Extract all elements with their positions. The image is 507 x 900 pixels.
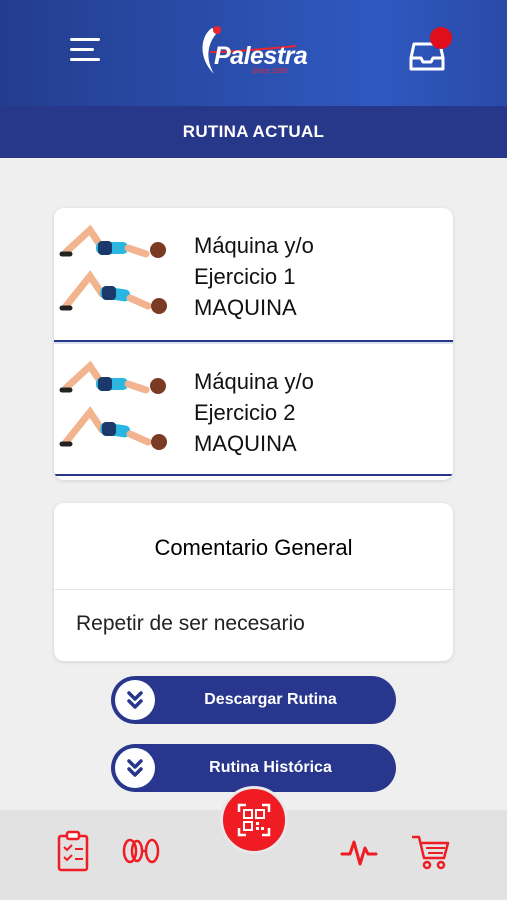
bridge-pose-bottom bbox=[59, 406, 167, 450]
download-routine-button[interactable]: Descargar Rutina bbox=[111, 676, 396, 724]
exercise-description: Máquina y/o Ejercicio 2 MAQUINA bbox=[194, 366, 314, 459]
exercise-description: Máquina y/o Ejercicio 1 MAQUINA bbox=[194, 230, 314, 323]
list-item[interactable]: Máquina y/o Ejercicio 1 MAQUINA bbox=[54, 208, 453, 342]
comment-title: Comentario General bbox=[154, 535, 353, 560]
bridge-pose-top bbox=[59, 360, 166, 394]
notification-badge bbox=[430, 27, 452, 49]
weights-icon[interactable] bbox=[122, 838, 162, 869]
glute-bridge-illustration bbox=[56, 214, 176, 328]
comment-body: Repetir de ser necesario bbox=[76, 612, 305, 635]
exercise-list: Máquina y/o Ejercicio 1 MAQUINA Máquina … bbox=[54, 208, 453, 480]
double-chevron-down-icon bbox=[115, 748, 155, 788]
exercise-line1: Máquina y/o bbox=[194, 233, 314, 258]
exercise-line1: Máquina y/o bbox=[194, 369, 314, 394]
history-routine-button[interactable]: Rutina Histórica bbox=[111, 744, 396, 792]
glute-bridge-illustration bbox=[56, 350, 176, 464]
exercise-line3: MAQUINA bbox=[194, 431, 297, 456]
general-comment-card: Comentario General Repetir de ser necesa… bbox=[54, 503, 453, 661]
page-title: RUTINA ACTUAL bbox=[0, 106, 507, 158]
shopping-cart-icon[interactable] bbox=[410, 834, 450, 875]
bridge-pose-top bbox=[59, 224, 166, 258]
list-item[interactable]: Máquina y/o Ejercicio 2 MAQUINA bbox=[54, 342, 453, 476]
qr-code-icon[interactable] bbox=[220, 786, 288, 854]
bridge-pose-bottom bbox=[59, 270, 167, 314]
heartbeat-icon[interactable] bbox=[340, 836, 378, 873]
logo-text: Palestra bbox=[214, 42, 308, 70]
clipboard-checklist-icon[interactable] bbox=[56, 830, 90, 877]
divider bbox=[54, 589, 453, 590]
exercise-line2: Ejercicio 2 bbox=[194, 400, 296, 425]
app-header: Palestra Since 1993 bbox=[0, 0, 507, 106]
exercise-line2: Ejercicio 1 bbox=[194, 264, 296, 289]
palestra-logo: Palestra Since 1993 bbox=[196, 22, 312, 84]
logo-tagline: Since 1993 bbox=[252, 68, 288, 75]
hamburger-menu-icon[interactable] bbox=[70, 38, 102, 66]
double-chevron-down-icon bbox=[115, 680, 155, 720]
exercise-line3: MAQUINA bbox=[194, 295, 297, 320]
